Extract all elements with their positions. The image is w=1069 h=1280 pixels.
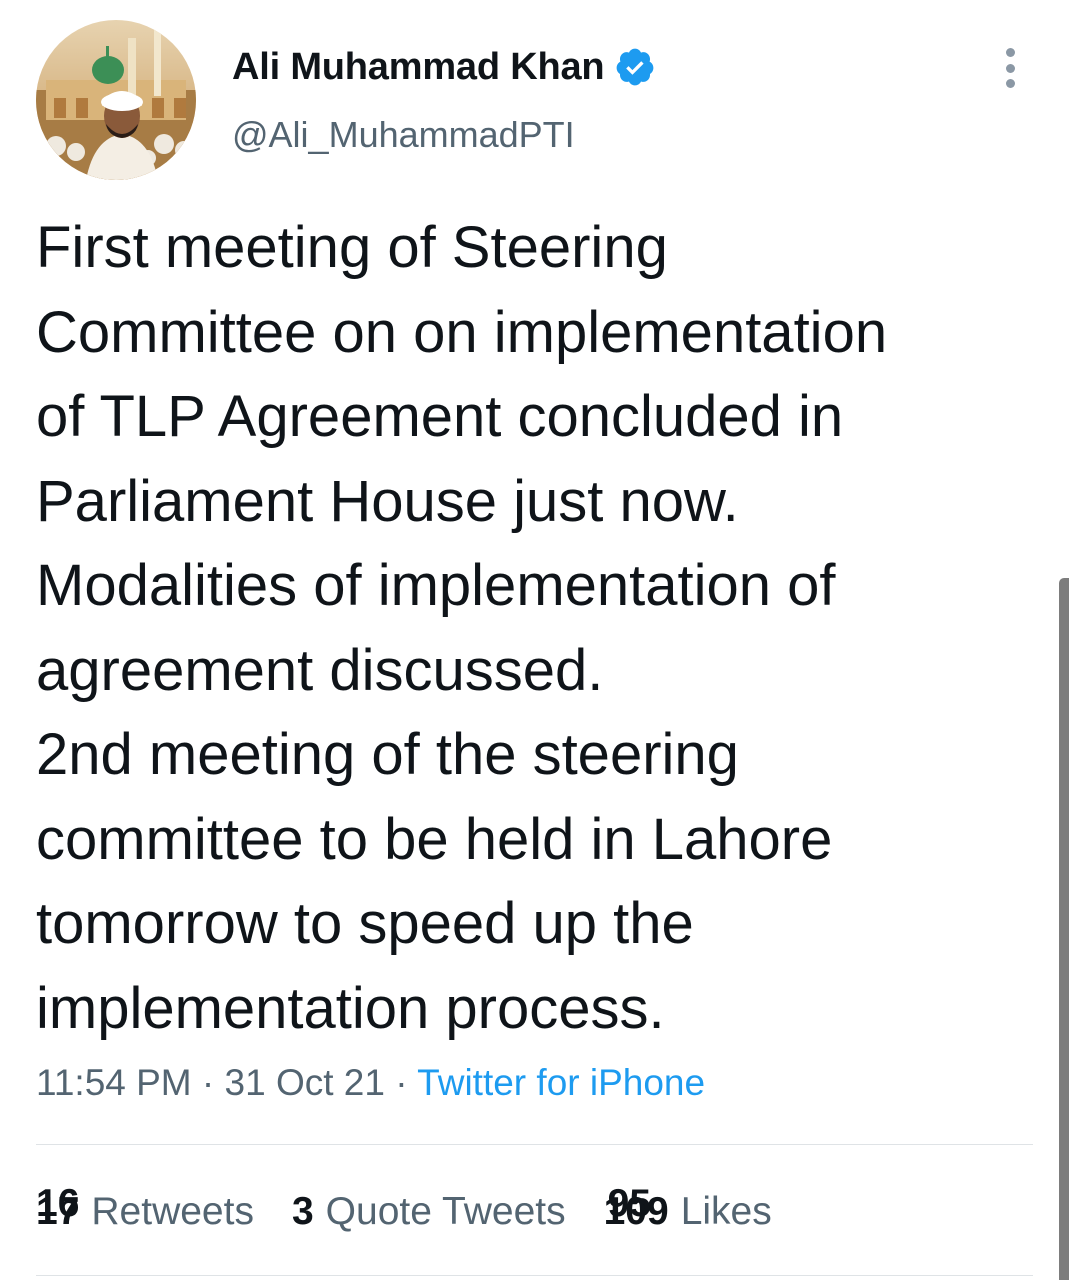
divider xyxy=(36,1144,1033,1145)
dot xyxy=(1005,48,1015,57)
verified-badge-icon xyxy=(614,46,656,88)
more-options-icon[interactable] xyxy=(988,44,1032,92)
profile-photo-icon xyxy=(36,20,196,180)
retweets-count-old: 16 xyxy=(36,1182,80,1225)
likes-count: 109 95 xyxy=(604,1182,669,1240)
retweets-stat[interactable]: 17 16 Retweets xyxy=(36,1182,254,1240)
meta-separator: · xyxy=(191,1062,225,1103)
tweet-date[interactable]: 31 Oct 21 xyxy=(225,1062,385,1103)
dot xyxy=(1005,79,1015,88)
avatar[interactable] xyxy=(36,20,196,180)
retweets-count: 17 16 xyxy=(36,1182,79,1240)
divider xyxy=(36,1275,1033,1276)
tweet-text: First meeting of Steering Committee on o… xyxy=(36,215,888,1041)
tweet-stats: 17 16 Retweets 3 Quote Tweets 109 95 Lik… xyxy=(36,1182,772,1240)
retweets-label: Retweets xyxy=(91,1190,254,1233)
likes-count-old: 95 xyxy=(607,1182,651,1225)
meta-separator: · xyxy=(384,1062,418,1103)
scrollbar[interactable] xyxy=(1059,578,1069,1280)
author-header: Ali Muhammad Khan xyxy=(232,40,656,94)
quote-count: 3 xyxy=(291,1190,314,1233)
tweet-time[interactable]: 11:54 PM xyxy=(36,1062,192,1103)
quote-label: Quote Tweets xyxy=(325,1190,566,1233)
tweet-meta: 11:54 PM · 31 Oct 21 · Twitter for iPhon… xyxy=(36,1058,705,1108)
dot xyxy=(1005,63,1015,73)
quote-tweets-stat[interactable]: 3 Quote Tweets xyxy=(292,1184,566,1240)
author-handle[interactable]: @Ali_MuhammadPTI xyxy=(232,108,575,162)
likes-label: Likes xyxy=(680,1190,772,1233)
display-name[interactable]: Ali Muhammad Khan xyxy=(232,40,605,94)
likes-stat[interactable]: 109 95 Likes xyxy=(604,1182,772,1240)
tweet-source-link[interactable]: Twitter for iPhone xyxy=(417,1062,705,1103)
